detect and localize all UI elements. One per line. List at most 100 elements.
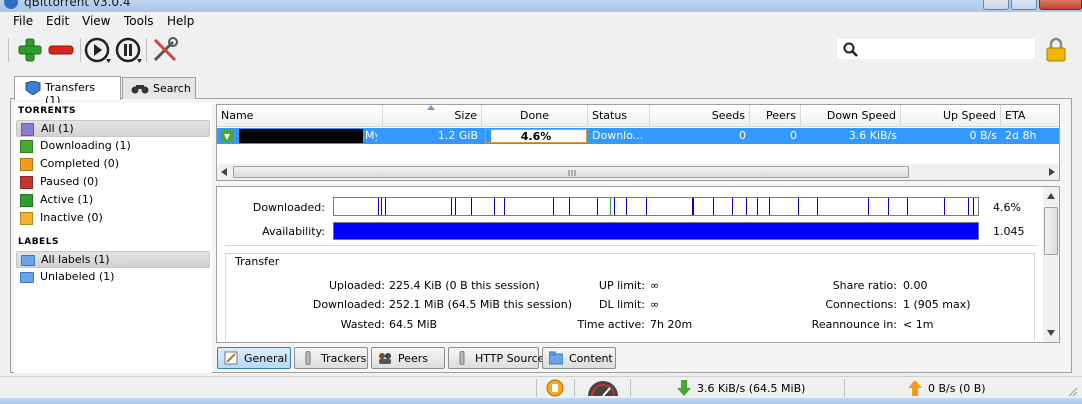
- tab-trackers[interactable]: Trackers: [294, 347, 368, 369]
- menu-help[interactable]: Help: [167, 14, 194, 28]
- column-header-done[interactable]: Done: [482, 105, 588, 127]
- filter-completed-label: Completed (0): [40, 157, 120, 170]
- maximize-button[interactable]: [1011, 0, 1037, 10]
- column-header-eta[interactable]: ETA: [1001, 105, 1059, 127]
- tab-content[interactable]: Content: [542, 347, 616, 369]
- share-ratio-value: 0.00: [903, 279, 928, 292]
- availability-bar-label: Availability:: [262, 225, 325, 238]
- downloaded-piece-mark: [504, 198, 505, 215]
- vertical-scrollbar[interactable]: [1043, 187, 1059, 342]
- dl-limit-value: ∞: [650, 298, 660, 311]
- column-header-size[interactable]: Size: [383, 105, 482, 127]
- pause-icon[interactable]: [115, 36, 143, 64]
- dht-status-icon[interactable]: [546, 379, 564, 397]
- column-header-down-speed[interactable]: Down Speed: [801, 105, 901, 127]
- reannounce-value: < 1m: [903, 318, 934, 331]
- column-header-status[interactable]: Status: [588, 105, 650, 127]
- pause-icon: [20, 176, 33, 189]
- tab-peers-label: Peers: [398, 352, 429, 365]
- scroll-right-icon[interactable]: [1049, 168, 1055, 176]
- scrollbar-thumb[interactable]: [233, 166, 909, 178]
- tab-http-sources[interactable]: HTTP Sources: [448, 347, 550, 369]
- upload-speed-status[interactable]: 0 B/s (0 B): [928, 382, 986, 395]
- time-active-value: 7h 20m: [650, 318, 693, 331]
- filter-inactive[interactable]: Inactive (0): [16, 210, 210, 227]
- filter-paused[interactable]: Paused (0): [16, 174, 210, 191]
- add-torrent-icon[interactable]: [16, 36, 44, 64]
- search-icon: [843, 42, 858, 57]
- http-sources-icon: [459, 351, 465, 365]
- torrent-eta-cell: 2d 8h: [1005, 129, 1059, 143]
- content-folder-icon: [549, 351, 563, 365]
- torrent-seeds: 0: [739, 129, 746, 142]
- downloaded-piece-mark: [757, 198, 758, 215]
- menu-file[interactable]: File: [13, 14, 33, 28]
- label-unlabeled[interactable]: Unlabeled (1): [16, 269, 210, 286]
- downloaded-piece-mark: [713, 198, 714, 215]
- tab-peers[interactable]: Peers: [371, 347, 445, 369]
- options-tools-icon[interactable]: [151, 36, 179, 64]
- filter-all[interactable]: All (1): [16, 120, 210, 137]
- filter-downloading[interactable]: Downloading (1): [16, 138, 210, 155]
- label-all[interactable]: All labels (1): [16, 251, 210, 268]
- close-button[interactable]: [1039, 0, 1082, 10]
- folder-icon: [20, 272, 34, 283]
- resume-icon[interactable]: [84, 36, 112, 64]
- column-done-label: Done: [520, 109, 549, 122]
- tab-transfers[interactable]: Transfers (1): [14, 76, 121, 107]
- torrents-section-header: Torrents: [18, 106, 76, 116]
- resize-grip-icon[interactable]: [1066, 385, 1078, 397]
- search-box[interactable]: [836, 38, 1036, 60]
- torrent-seeds-cell: 0: [650, 129, 746, 143]
- toolbar: [0, 30, 1082, 70]
- column-header-peers[interactable]: Peers: [750, 105, 801, 127]
- downloaded-label: Downloaded:: [312, 298, 385, 311]
- download-speed-status[interactable]: 3.6 KiB/s (64.5 MiB): [697, 382, 805, 395]
- column-header-name[interactable]: Name: [217, 105, 383, 127]
- column-name-label: Name: [221, 109, 254, 122]
- filter-completed[interactable]: Completed (0): [16, 156, 210, 173]
- tab-general[interactable]: General: [217, 347, 291, 369]
- filter-active[interactable]: Active (1): [16, 192, 210, 209]
- torrent-eta: 2d 8h: [1005, 129, 1037, 142]
- torrents-header-text: Torrents: [18, 106, 76, 116]
- scroll-left-icon[interactable]: [221, 168, 227, 176]
- torrent-status: Downlo...: [592, 129, 644, 142]
- scrollbar-thumb[interactable]: [1044, 207, 1058, 255]
- minimize-button[interactable]: [983, 0, 1009, 10]
- torrent-size-cell: 1.2 GiB: [383, 129, 478, 143]
- toolbar-separator: [146, 38, 147, 62]
- column-header-up-speed[interactable]: Up Speed: [901, 105, 1001, 127]
- upload-arrow-icon: [20, 158, 33, 171]
- speed-limit-gauge-icon[interactable]: [586, 380, 620, 397]
- downloaded-piece-mark: [471, 198, 472, 215]
- trackers-icon: [305, 351, 311, 365]
- torrent-done: 4.6%: [520, 130, 552, 143]
- scroll-up-icon[interactable]: [1047, 193, 1055, 199]
- filter-paused-label: Paused (0): [40, 175, 99, 188]
- window-title: qBittorrent v3.0.4: [24, 0, 131, 9]
- filter-active-label: Active (1): [40, 193, 94, 206]
- reannounce-label: Reannounce in:: [811, 318, 897, 331]
- torrent-name: My.Little.Pony.Episode...: [365, 129, 377, 142]
- remove-torrent-icon[interactable]: [47, 36, 75, 64]
- column-status-label: Status: [592, 109, 628, 122]
- up-limit-value: ∞: [650, 279, 660, 292]
- menu-view[interactable]: View: [82, 14, 110, 28]
- downloaded-piece-mark: [553, 198, 554, 215]
- lock-icon[interactable]: [1045, 37, 1067, 63]
- search-input[interactable]: [863, 41, 1031, 57]
- horizontal-scrollbar[interactable]: [217, 164, 1059, 180]
- table-row[interactable]: My.Little.Pony.Episode... 1.2 GiB 4.6% D…: [217, 128, 1059, 144]
- transfers-icon: [25, 81, 41, 95]
- tab-general-label: General: [244, 352, 288, 365]
- downloaded-piece-mark: [646, 198, 647, 215]
- window-bottom-edge: [0, 398, 1082, 404]
- column-header-seeds[interactable]: Seeds: [650, 105, 750, 127]
- up-limit-label: UP limit:: [598, 279, 645, 292]
- scroll-down-icon[interactable]: [1047, 330, 1055, 336]
- tab-search[interactable]: Search: [122, 77, 196, 99]
- menu-edit[interactable]: Edit: [46, 14, 69, 28]
- menu-tools[interactable]: Tools: [124, 14, 154, 28]
- downloaded-piece-mark: [451, 198, 452, 215]
